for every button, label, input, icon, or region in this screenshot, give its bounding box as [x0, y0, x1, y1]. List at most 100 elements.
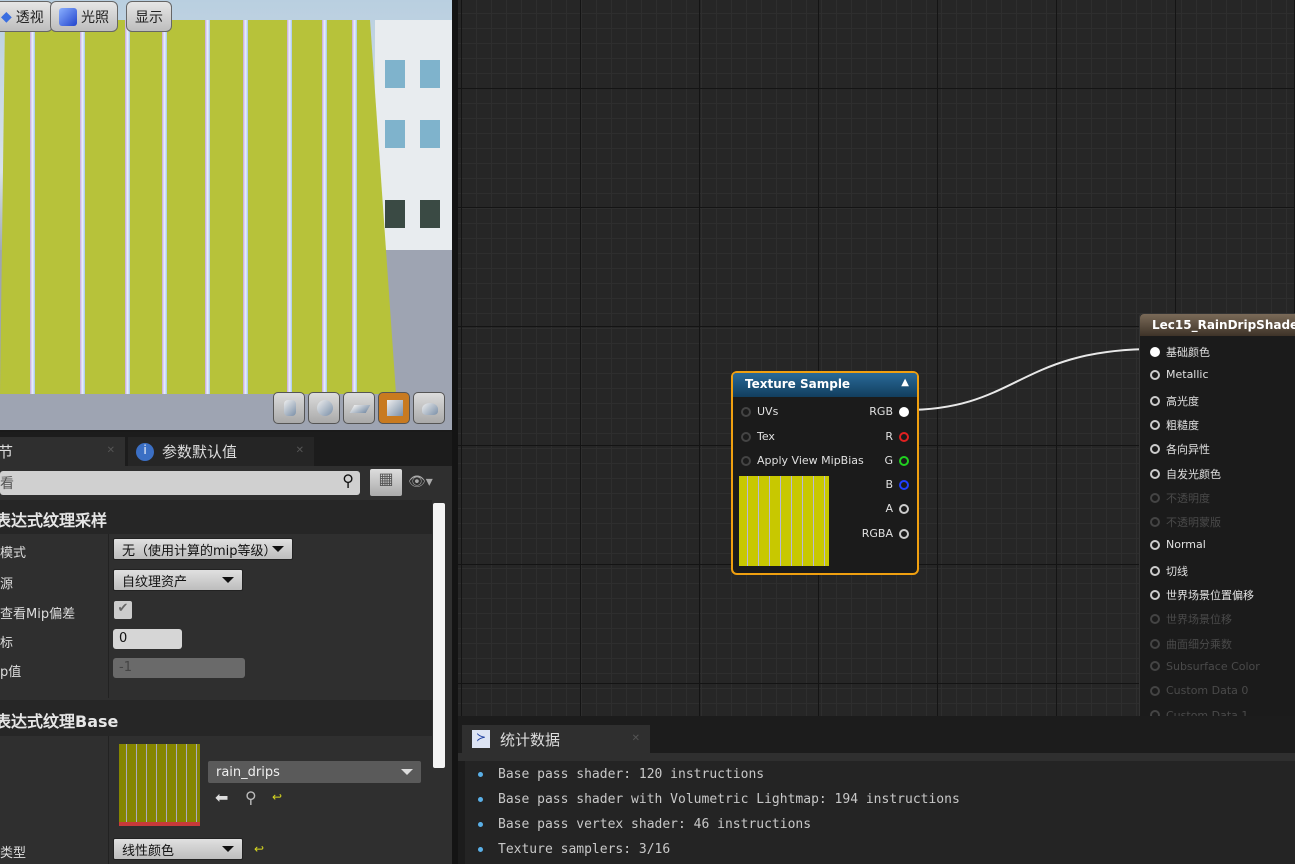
sampler-type-dropdown[interactable]: 线性颜色 — [113, 838, 243, 860]
node-header[interactable]: Lec15_RainDripShader — [1140, 314, 1295, 336]
property-label: p值 — [0, 665, 22, 680]
property-label: 模式 — [0, 546, 27, 561]
output-pin-r[interactable]: R — [885, 430, 909, 443]
stats-line: Base pass shader with Volumetric Lightma… — [478, 792, 960, 807]
material-input-pin[interactable]: 各向异性 — [1150, 441, 1210, 457]
preview-cylinder-button[interactable] — [273, 392, 305, 424]
material-input-pin[interactable]: 不透明蒙版 — [1150, 514, 1221, 530]
search-icon: ⚲ — [245, 788, 257, 807]
material-input-pin[interactable]: 高光度 — [1150, 393, 1199, 409]
rgb-to-base-color-wire[interactable] — [904, 348, 1156, 411]
pin-icon — [1150, 395, 1160, 406]
tab-parameter-defaults[interactable]: i 参数默认值 ✕ — [128, 437, 314, 466]
input-pin-mipbias[interactable]: Apply View MipBias — [741, 454, 864, 467]
node-header[interactable]: Texture Sample ▲ — [733, 373, 917, 397]
material-graph-canvas[interactable]: Texture Sample ▲ UVs Tex Apply View MipBi… — [458, 0, 1295, 716]
stats-text: Base pass vertex shader: 46 instructions — [498, 817, 812, 832]
material-input-pin[interactable]: 粗糙度 — [1150, 417, 1199, 433]
reset-to-default-button[interactable]: ↩ — [254, 842, 264, 856]
material-input-pin[interactable]: Subsurface Color — [1150, 660, 1260, 673]
preview-sphere-button[interactable] — [308, 392, 340, 424]
column-divider — [108, 736, 109, 864]
close-icon[interactable]: ✕ — [296, 445, 304, 456]
output-pin-a[interactable]: A — [885, 502, 909, 515]
search-placeholder: 看 — [0, 476, 14, 492]
reset-to-default-button[interactable]: ↩ — [272, 790, 282, 804]
material-input-pin[interactable]: 世界场景位移 — [1150, 611, 1232, 627]
close-icon[interactable]: ✕ — [632, 733, 640, 744]
sampler-source-dropdown[interactable]: 自纹理资产 — [113, 569, 243, 591]
preview-plane-button[interactable] — [343, 392, 375, 424]
coordinate-index-input[interactable]: 0 — [113, 629, 182, 649]
input-pin-uvs[interactable]: UVs — [741, 405, 778, 418]
visibility-options-button[interactable]: 👁▾ — [408, 474, 433, 490]
section-header-texture-sample[interactable]: 表达式纹理采样 — [0, 500, 432, 534]
material-input-pin[interactable]: 不透明度 — [1150, 490, 1210, 506]
output-pin-b[interactable]: B — [885, 478, 909, 491]
stats-line: Texture samplers: 3/16 — [478, 842, 670, 857]
pin-label: Apply View MipBias — [757, 454, 864, 467]
browse-asset-button[interactable]: ⚲ — [245, 788, 257, 807]
material-input-pin[interactable]: 曲面细分乘数 — [1150, 636, 1232, 652]
close-icon[interactable]: ✕ — [107, 445, 115, 456]
node-title: Lec15_RainDripShader — [1152, 318, 1295, 332]
section-title: 表达式纹理采样 — [0, 511, 108, 530]
chevron-down-icon — [222, 577, 234, 583]
pin-icon — [1150, 517, 1160, 528]
show-label: 显示 — [135, 9, 163, 26]
background-building — [375, 20, 452, 250]
pin-label: 切线 — [1166, 564, 1188, 578]
tab-stats[interactable]: ≻ 统计数据 ✕ — [462, 725, 650, 753]
dropdown-value: 线性颜色 — [122, 843, 175, 859]
section-header-texture-base[interactable]: 表达式纹理Base — [0, 700, 432, 736]
material-input-pin[interactable]: 切线 — [1150, 563, 1188, 579]
material-result-node[interactable]: Lec15_RainDripShader 基础颜色 Metallic 高光度粗糙度各… — [1139, 313, 1295, 716]
texture-thumbnail[interactable] — [119, 744, 200, 826]
texture-asset-dropdown[interactable]: rain_drips — [208, 761, 421, 783]
mip-bias-checkbox[interactable]: ✔ — [114, 601, 132, 619]
column-divider — [108, 534, 109, 698]
mip-mode-dropdown[interactable]: 无（使用计算的mip等级） — [113, 538, 293, 560]
preview-teapot-button[interactable] — [413, 392, 445, 424]
input-pin-tex[interactable]: Tex — [741, 430, 775, 443]
input-value: 0 — [119, 631, 128, 646]
material-input-pin[interactable]: 世界场景位置偏移 — [1150, 587, 1254, 603]
output-pin-rgba[interactable]: RGBA — [862, 527, 909, 540]
pin-label: RGBA — [861, 527, 893, 540]
show-button[interactable]: 显示 — [126, 1, 172, 32]
output-pin-rgb[interactable]: RGB — [869, 405, 909, 418]
pin-label: R — [885, 430, 893, 443]
material-input-pin[interactable]: 基础颜色 — [1150, 344, 1210, 360]
pin-icon — [899, 455, 909, 466]
material-preview-viewport[interactable]: ◆ 透视 光照 显示 — [0, 0, 452, 430]
property-label: 类型 — [0, 846, 27, 861]
pin-label: Metallic — [1166, 368, 1209, 382]
material-input-pin[interactable]: Normal — [1150, 538, 1206, 551]
collapse-icon[interactable]: ▲ — [901, 377, 909, 388]
cube-icon — [59, 7, 77, 26]
stats-line: Base pass shader: 120 instructions — [478, 767, 764, 782]
pin-icon — [1150, 685, 1160, 696]
grid-view-button[interactable]: ▦ — [370, 469, 402, 496]
material-input-pin[interactable]: Custom Data 0 — [1150, 684, 1248, 697]
details-scrollbar[interactable] — [433, 503, 445, 768]
material-input-pin[interactable]: Custom Data 1 — [1150, 709, 1248, 716]
output-pin-g[interactable]: G — [884, 454, 909, 467]
pin-label: 世界场景位置偏移 — [1166, 589, 1254, 602]
material-input-pin[interactable]: 自发光颜色 — [1150, 466, 1221, 482]
details-search-input[interactable]: 看 ⚲ — [0, 471, 360, 495]
perspective-button[interactable]: ◆ 透视 — [0, 1, 53, 32]
pin-icon — [1150, 347, 1160, 357]
tab-details[interactable]: 节 ✕ — [0, 437, 125, 466]
texture-sample-node[interactable]: Texture Sample ▲ UVs Tex Apply View MipBi… — [731, 371, 919, 575]
section-title: 表达式纹理Base — [0, 712, 119, 731]
material-input-pin[interactable]: Metallic — [1150, 368, 1209, 381]
const-mip-value-input: -1 — [113, 658, 245, 678]
bullet-icon — [478, 797, 483, 802]
dropdown-value: 无（使用计算的mip等级） — [122, 543, 277, 559]
pin-label: A — [885, 502, 893, 515]
lighting-button[interactable]: 光照 — [50, 1, 118, 32]
use-selected-asset-button[interactable]: ⬅ — [215, 788, 228, 807]
pin-icon — [899, 431, 909, 442]
preview-cube-button[interactable] — [378, 392, 410, 424]
